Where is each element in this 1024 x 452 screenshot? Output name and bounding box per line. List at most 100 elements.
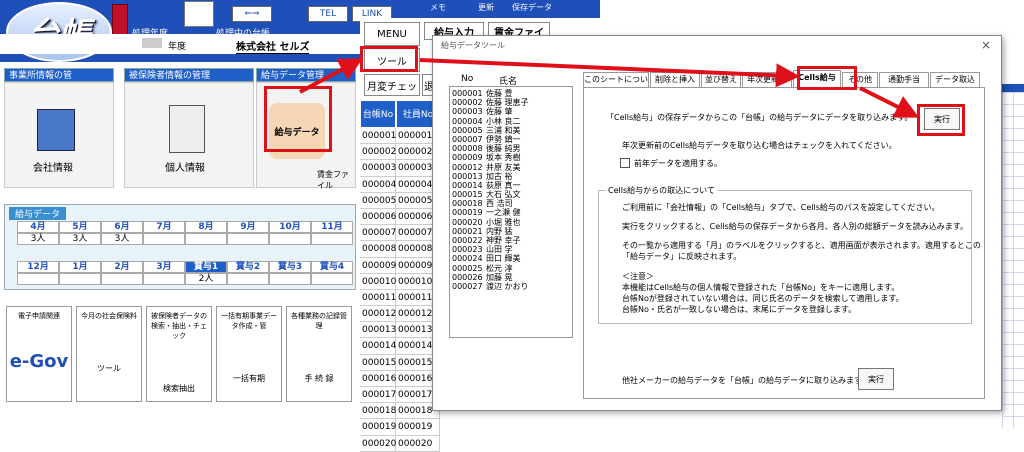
employee-list[interactable]: 000001 佐藤 豊 000002 佐藤 理恵子 000003 佐藤 肇 000004 小林…	[449, 86, 573, 338]
employee-list-item[interactable]: 000022 神野 幸子	[450, 236, 572, 245]
building-icon[interactable]	[37, 109, 75, 151]
sheet-ledger-no[interactable]: 000016	[360, 370, 396, 387]
month-label[interactable]: 6月	[101, 221, 143, 233]
month-label[interactable]: 賞与1	[185, 261, 227, 273]
prev-year-checkbox[interactable]	[620, 158, 630, 168]
tab-1[interactable]: 削除と挿入	[650, 72, 700, 87]
bottom-tool-button[interactable]: 今月の社会保険料 ツール	[76, 306, 142, 402]
sheet-ledger-no[interactable]: 000006	[360, 208, 396, 226]
sheet-ledger-no[interactable]: 000004	[360, 176, 396, 193]
person-icon[interactable]	[169, 105, 205, 153]
month-label[interactable]: 8月	[185, 221, 227, 233]
month-label[interactable]: 12月	[17, 261, 59, 273]
sheet-ledger-no[interactable]: 000017	[360, 387, 396, 404]
insured-panel-body: 個人情報	[124, 82, 254, 188]
employee-list-item[interactable]: 000025 松元 淳	[450, 264, 572, 273]
sheet-ledger-no[interactable]: 000007	[360, 225, 396, 242]
month-count	[185, 233, 227, 245]
menu-button[interactable]: MENU	[364, 22, 420, 46]
month-label[interactable]: 7月	[143, 221, 185, 233]
personal-info-label[interactable]: 個人情報	[165, 159, 205, 174]
month-label[interactable]: 4月	[17, 221, 59, 233]
sheet-ledger-no[interactable]: 000005	[360, 192, 396, 209]
bottom-tool-button[interactable]: 一括有期事業データ作成・管 一括有期	[216, 306, 282, 402]
bottom-tool-button[interactable]: 各種業務の記録管理手 続 録	[286, 306, 352, 402]
sheet-ledger-no[interactable]: 000002	[360, 144, 396, 161]
month-label[interactable]: 3月	[143, 261, 185, 273]
wage-file-label[interactable]: 賃金ファイル	[317, 169, 355, 191]
sheet-employee-no[interactable]: 000019	[396, 419, 440, 436]
bottom-tool-button[interactable]: 被保険者データの検索・抽出・チェック 検索抽出	[146, 306, 212, 402]
employee-list-item[interactable]: 000005 三浦 和美	[450, 126, 572, 135]
month-label[interactable]: 2月	[101, 261, 143, 273]
employee-no: 000009	[452, 153, 483, 163]
sheet-ledger-no[interactable]: 000012	[360, 306, 396, 323]
group-line-2: 実行をクリックすると、Cells給与の保存データから各月、各人別の総額データを読…	[622, 222, 968, 231]
employee-list-item[interactable]: 000003 佐藤 肇	[450, 107, 572, 116]
employee-name: 加古 裕	[486, 171, 513, 181]
employee-list-item[interactable]: 000027 渡辺 かおり	[450, 282, 572, 291]
employee-list-item[interactable]: 000023 山田 学	[450, 245, 572, 254]
employee-list-item[interactable]: 000013 加古 裕	[450, 172, 572, 181]
sheet-ledger-no[interactable]: 000001	[360, 128, 396, 145]
sheet-ledger-no[interactable]: 000014	[360, 338, 396, 355]
employee-list-item[interactable]: 000002 佐藤 理恵子	[450, 98, 572, 107]
tel-button[interactable]: TEL	[308, 6, 348, 22]
salary-panel-header: 給与データ管理	[256, 68, 356, 82]
employee-list-item[interactable]: 000008 後藤 純男	[450, 144, 572, 153]
employee-list-item[interactable]: 000019 一之瀬 健	[450, 208, 572, 217]
sheet-ledger-no[interactable]: 000003	[360, 160, 396, 177]
employee-list-item[interactable]: 000024 田口 輝美	[450, 254, 572, 263]
employee-list-item[interactable]: 000026 加藤 晃	[450, 273, 572, 282]
company-info-label[interactable]: 会社情報	[33, 159, 73, 174]
sheet-employee-no[interactable]: 000020	[396, 435, 440, 452]
sheet-row: 000014 000014	[360, 338, 440, 355]
employee-list-item[interactable]: 000007 伊勢 鎮一	[450, 135, 572, 144]
employee-list-item[interactable]: 000001 佐藤 豊	[450, 89, 572, 98]
month-label[interactable]: 9月	[227, 221, 269, 233]
execute-other-button[interactable]: 実行	[858, 368, 894, 390]
tab-2[interactable]: 並び替え	[701, 72, 741, 87]
sheet-ledger-no[interactable]: 000015	[360, 354, 396, 371]
sheet-ledger-no[interactable]: 000018	[360, 403, 396, 420]
employee-list-item[interactable]: 000015 大石 弘文	[450, 190, 572, 199]
tab-7[interactable]: データ取込	[930, 72, 980, 87]
month-label[interactable]: 賞与3	[269, 261, 311, 273]
month-label[interactable]: 11月	[311, 221, 353, 233]
month-label[interactable]: 賞与4	[311, 261, 353, 273]
employee-list-item[interactable]: 000021 内野 猛	[450, 227, 572, 236]
sheet-ledger-no[interactable]: 000013	[360, 322, 396, 339]
employee-list-item[interactable]: 000020 小堀 雅也	[450, 218, 572, 227]
employee-list-item[interactable]: 000012 井原 友美	[450, 163, 572, 172]
tab-3[interactable]: 年次更新前	[742, 72, 792, 87]
month-label[interactable]: 10月	[269, 221, 311, 233]
bottom-tool-button[interactable]: 電子申請関連 e-Gov	[6, 306, 72, 402]
employee-no: 000003	[452, 107, 483, 117]
sheet-ledger-no[interactable]: 000011	[360, 289, 396, 307]
employee-list-item[interactable]: 000009 坂本 秀樹	[450, 153, 572, 162]
notice-title: ＜注意＞	[622, 272, 654, 281]
sheet-row: 000005 000005	[360, 192, 440, 209]
save-data-label: 保存データ	[512, 3, 552, 12]
close-icon[interactable]: ×	[981, 38, 991, 52]
employee-list-item[interactable]: 000014 荻原 真一	[450, 181, 572, 190]
employee-list-item[interactable]: 000004 小林 良二	[450, 117, 572, 126]
office-panel-body: 会社情報	[4, 82, 114, 188]
month-label[interactable]: 5月	[59, 221, 101, 233]
swap-arrows-icon[interactable]: ⇐⇒	[232, 6, 272, 22]
employee-name: 内野 猛	[486, 226, 513, 236]
tab-6[interactable]: 通勤手当	[879, 72, 929, 87]
monthly-change-check-button[interactable]: 月変チェッ	[364, 74, 420, 96]
month-label[interactable]: 賞与2	[227, 261, 269, 273]
employee-name: 小堀 雅也	[486, 217, 521, 227]
month-label[interactable]: 1月	[59, 261, 101, 273]
sheet-ledger-no[interactable]: 000008	[360, 241, 396, 258]
highlight-execute-button	[917, 104, 965, 136]
employee-name: 井原 友美	[486, 162, 521, 172]
tab-0[interactable]: このシートについて	[583, 72, 649, 98]
sheet-ledger-no[interactable]: 000009	[360, 257, 396, 274]
sheet-ledger-no[interactable]: 000019	[360, 419, 396, 436]
list-header-no: No	[461, 74, 474, 84]
sheet-ledger-no[interactable]: 000010	[360, 273, 396, 290]
sheet-ledger-no[interactable]: 000020	[360, 435, 396, 452]
